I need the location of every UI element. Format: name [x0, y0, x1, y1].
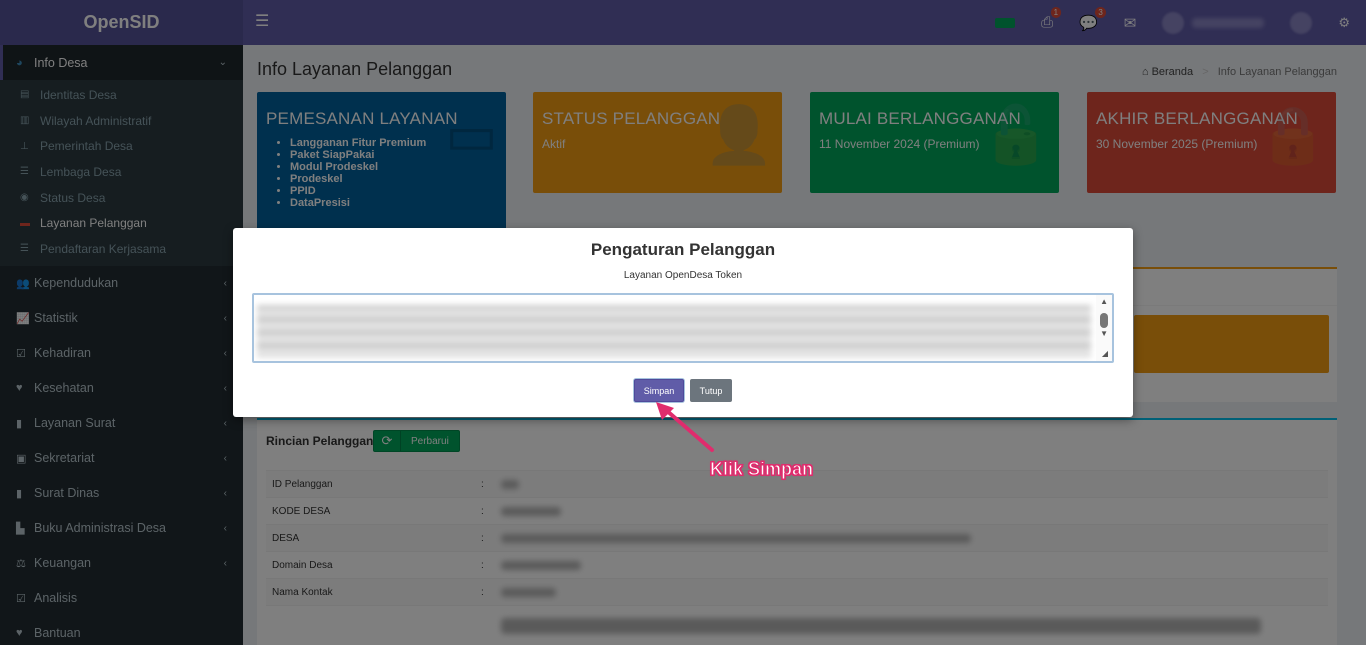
- annotation-label: Klik Simpan: [709, 459, 814, 480]
- token-textarea[interactable]: ▲ ▼ ◢: [252, 293, 1114, 363]
- annotation-arrow-icon: [656, 402, 714, 452]
- settings-modal: Pengaturan Pelanggan Layanan OpenDesa To…: [233, 228, 1133, 417]
- modal-title: Pengaturan Pelanggan: [590, 240, 776, 259]
- token-field-label: Layanan OpenDesa Token: [623, 270, 743, 281]
- resize-handle-icon[interactable]: ◢: [1102, 349, 1108, 358]
- scroll-down-icon[interactable]: ▼: [1100, 329, 1108, 338]
- textarea-scrollbar[interactable]: ▲ ▼ ◢: [1096, 295, 1112, 361]
- scroll-up-icon[interactable]: ▲: [1100, 297, 1108, 306]
- scroll-thumb[interactable]: [1100, 313, 1108, 328]
- token-value-blurred: [257, 305, 1091, 357]
